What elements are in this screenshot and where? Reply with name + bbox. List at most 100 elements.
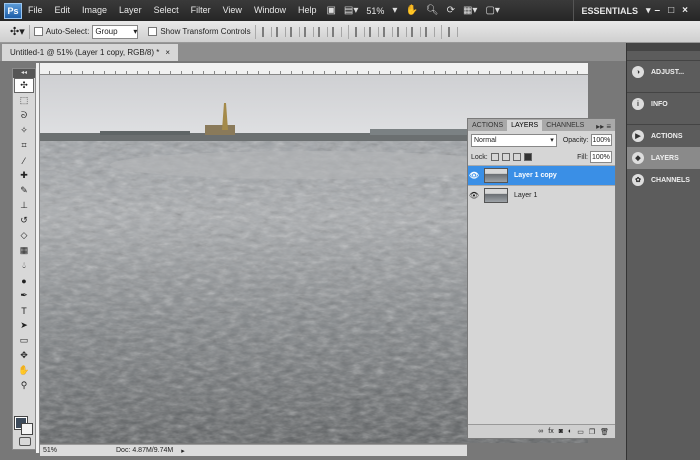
align-bottom-icon[interactable] (289, 26, 300, 37)
menu-image[interactable]: Image (76, 0, 113, 21)
eye-icon[interactable]: 👁︎ (468, 191, 480, 200)
quick-mask-icon[interactable] (19, 437, 31, 446)
zoom-level[interactable]: 51% (362, 6, 388, 16)
lock-transparency-icon[interactable] (490, 153, 499, 161)
adjustment-icon[interactable]: ◐ (568, 428, 572, 435)
menu-view[interactable]: View (217, 0, 248, 21)
maximize-icon[interactable]: □ (664, 5, 678, 16)
show-transform-checkbox[interactable] (148, 27, 158, 36)
panel-tab-strip: ACTIONS LAYERS CHANNELS ▸▸ ≡ (468, 119, 615, 131)
auto-align-icon[interactable] (447, 26, 458, 37)
move-tool-icon[interactable]: ✣ (14, 78, 34, 93)
menu-help[interactable]: Help (292, 0, 323, 21)
trash-icon[interactable]: 🗑︎ (600, 428, 609, 436)
align-vcenter-icon[interactable] (275, 26, 286, 37)
distribute-left-icon[interactable] (396, 26, 407, 37)
dock-channels[interactable]: ✿ CHANNELS (627, 169, 700, 191)
link-icon[interactable]: ∞ (538, 428, 543, 435)
rotate-view-icon[interactable]: ⟳ (443, 5, 459, 16)
align-hcenter-icon[interactable] (317, 26, 328, 37)
dock-adjustments[interactable]: ◑ ADJUST... (627, 61, 700, 83)
opacity-input[interactable]: 100% (590, 134, 612, 146)
lock-all-icon[interactable] (523, 153, 532, 161)
group-icon[interactable]: ▭ (577, 428, 584, 436)
status-zoom[interactable]: 51% (40, 447, 80, 454)
dock-info[interactable]: i INFO (627, 93, 700, 115)
blur-tool-icon[interactable]: 💧︎ (14, 258, 34, 273)
auto-select-target-select[interactable]: Group ▾ (92, 24, 139, 39)
tab-channels[interactable]: CHANNELS (542, 120, 588, 131)
shape-tool-icon[interactable]: ▭ (14, 333, 34, 348)
document-tab[interactable]: Untitled-1 @ 51% (Layer 1 copy, RGB/8) *… (2, 44, 179, 61)
zoom-tool-icon[interactable]: ⚲ (14, 378, 34, 393)
move-tool-icon[interactable]: ✣▾ (10, 25, 25, 38)
menu-edit[interactable]: Edit (49, 0, 77, 21)
menu-select[interactable]: Select (148, 0, 185, 21)
marquee-tool-icon[interactable]: ⬚ (14, 93, 34, 108)
menu-filter[interactable]: Filter (185, 0, 217, 21)
clone-stamp-tool-icon[interactable]: ⊥ (14, 198, 34, 213)
crop-tool-icon[interactable]: ⌗ (14, 138, 34, 153)
distribute-hcenter-icon[interactable] (410, 26, 421, 37)
workspace-switcher[interactable]: ESSENTIALS ▾ – □ × (572, 0, 700, 21)
layer-row[interactable]: 👁︎ Layer 1 (468, 185, 615, 205)
zoom-tool-icon[interactable]: 🔍︎ (422, 5, 443, 16)
path-selection-tool-icon[interactable]: ➤ (14, 318, 34, 333)
panel-menu-icon[interactable]: ▸▸ ≡ (596, 122, 615, 131)
type-tool-icon[interactable]: T (14, 303, 34, 318)
eye-icon[interactable]: 👁︎ (468, 171, 480, 180)
toolbox-collapse-grip[interactable]: ◂◂ (13, 69, 35, 78)
tab-actions[interactable]: ACTIONS (468, 120, 507, 131)
screen-mode-icon[interactable]: ▢▾ (481, 5, 503, 16)
zoom-dropdown-icon[interactable]: ▾ (388, 5, 401, 16)
close-icon[interactable]: × (165, 44, 170, 61)
gradient-tool-icon[interactable]: ▦ (14, 243, 34, 258)
status-menu-icon[interactable]: ▸ (181, 447, 185, 455)
eyedropper-tool-icon[interactable]: ⁄ (14, 153, 34, 168)
align-left-icon[interactable] (303, 26, 314, 37)
close-icon[interactable]: × (678, 5, 692, 16)
dock-layers[interactable]: ◆ LAYERS (627, 147, 700, 169)
brush-tool-icon[interactable]: ✎ (14, 183, 34, 198)
minimize-icon[interactable]: – (651, 5, 665, 16)
auto-select-checkbox[interactable] (33, 27, 43, 36)
arrange-documents-icon[interactable]: ▦▾ (459, 5, 481, 16)
history-brush-tool-icon[interactable]: ↺ (14, 213, 34, 228)
layer-thumbnail (484, 188, 508, 203)
hand-tool-icon[interactable]: ✋ (14, 363, 34, 378)
tab-layers[interactable]: LAYERS (507, 120, 543, 131)
horizontal-ruler[interactable] (38, 63, 588, 75)
layer-row[interactable]: 👁︎ Layer 1 copy (468, 165, 615, 185)
distribute-right-icon[interactable] (424, 26, 435, 37)
magic-wand-tool-icon[interactable]: ✧ (14, 123, 34, 138)
photoshop-logo: Ps (4, 2, 22, 19)
dock-grip[interactable] (627, 43, 700, 51)
distribute-bottom-icon[interactable] (382, 26, 393, 37)
divider (347, 24, 349, 39)
distribute-top-icon[interactable] (354, 26, 365, 37)
align-top-icon[interactable] (261, 26, 272, 37)
new-layer-icon[interactable]: ❐ (589, 428, 595, 436)
menu-window[interactable]: Window (248, 0, 292, 21)
pen-tool-icon[interactable]: ✒ (14, 288, 34, 303)
menu-layer[interactable]: Layer (113, 0, 148, 21)
eraser-tool-icon[interactable]: ◇ (14, 228, 34, 243)
healing-brush-tool-icon[interactable]: ✚ (14, 168, 34, 183)
menu-file[interactable]: File (22, 0, 49, 21)
dock-actions[interactable]: ▶ ACTIONS (627, 125, 700, 147)
mask-icon[interactable]: ◙ (559, 428, 563, 435)
lasso-tool-icon[interactable]: ᘐ (14, 108, 34, 123)
fill-input[interactable]: 100% (590, 151, 612, 163)
lock-image-icon[interactable] (501, 153, 510, 161)
background-color-swatch[interactable] (21, 423, 33, 435)
distribute-vcenter-icon[interactable] (368, 26, 379, 37)
hand-tool-icon[interactable]: ✋ (401, 5, 421, 16)
lock-position-icon[interactable] (512, 153, 521, 161)
3d-rotate-tool-icon[interactable]: ✥ (14, 348, 34, 363)
view-extras-icon[interactable]: ▤▾ (340, 5, 362, 16)
bridge-icon[interactable]: ▣ (322, 5, 339, 16)
blend-mode-select[interactable]: Normal ▾ (471, 133, 557, 147)
fx-icon[interactable]: fx (548, 428, 553, 435)
align-right-icon[interactable] (331, 26, 342, 37)
dodge-tool-icon[interactable]: ● (14, 273, 34, 288)
